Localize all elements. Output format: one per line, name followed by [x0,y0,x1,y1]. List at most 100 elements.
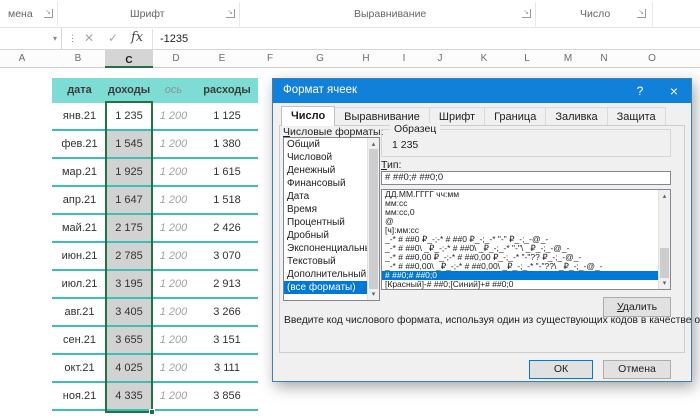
cell-date[interactable]: май.21 [52,215,107,241]
clipboard-dialog-launcher-icon[interactable]: ↘ [44,9,53,18]
delete-button[interactable]: Удалить [603,297,671,317]
cell-income[interactable]: 2 785 [107,243,151,269]
cell-expense[interactable]: 3 266 [196,299,258,325]
cell-date[interactable]: июл.21 [52,271,107,297]
format-code-item[interactable]: мм:сс,0 [382,208,658,217]
cell-date[interactable]: окт.21 [52,355,107,381]
cancel-button[interactable]: Отмена [603,360,671,379]
column-header-i[interactable]: I [403,53,406,64]
tab-number[interactable]: Число [281,106,335,126]
cell-date[interactable]: апр.21 [52,187,107,213]
ok-button[interactable]: ОК [529,360,593,379]
header-cell-date[interactable]: дата [52,78,107,103]
cell-date[interactable]: янв.21 [52,103,107,129]
category-item[interactable]: Экспоненциальный [284,242,379,255]
cell-expense[interactable]: 3 070 [196,243,258,269]
cell-expense[interactable]: 3 111 [196,355,258,381]
cell-expense[interactable]: 1 125 [196,103,258,129]
format-code-item[interactable]: _-* # ##0,00\ _₽_-;-* # ##0,00\ _₽_-;_-*… [382,262,658,271]
format-code-item[interactable]: _-* # ##0 ₽_-;-* # ##0 ₽_-;_-* "-" ₽_-;_… [382,235,658,244]
scrollbar-thumb[interactable] [369,149,378,289]
scroll-down-icon[interactable]: ▾ [368,290,379,298]
category-scrollbar[interactable]: ▴ ▾ [367,138,379,300]
close-icon[interactable]: × [657,79,691,103]
cell-income[interactable]: 3 655 [107,327,151,353]
tab-protection[interactable]: Защита [607,107,666,126]
tab-border[interactable]: Граница [484,107,546,126]
cell-axis[interactable]: 1 200 [151,187,196,213]
confirm-entry-icon[interactable]: ✓ [108,31,118,45]
cell-axis[interactable]: 1 200 [151,215,196,241]
cell-expense[interactable]: 1 518 [196,187,258,213]
tab-fill[interactable]: Заливка [545,107,607,126]
cell-expense[interactable]: 1 615 [196,159,258,185]
cell-income[interactable]: 1 545 [107,131,151,157]
format-code-item-selected[interactable]: # ##0;# ##0;0 [382,271,658,280]
cell-axis[interactable]: 1 200 [151,299,196,325]
scroll-up-icon[interactable]: ▴ [368,140,379,148]
header-cell-expense[interactable]: расходы [196,78,258,103]
cell-expense[interactable]: 3 151 [196,327,258,353]
cell-date[interactable]: июн.21 [52,243,107,269]
category-item[interactable]: Дата [284,190,379,203]
column-header-g[interactable]: G [316,53,324,64]
cell-axis[interactable]: 1 200 [151,383,196,409]
column-header-f[interactable]: F [267,53,273,64]
formula-input[interactable]: -1235 [160,33,188,45]
cell-date[interactable]: ноя.21 [52,383,107,409]
cell-date[interactable]: авг.21 [52,299,107,325]
name-box[interactable]: ▾ [0,28,62,49]
format-code-item[interactable]: [ч]:мм:сс [382,226,658,235]
format-code-item[interactable]: ДД.ММ.ГГГГ чч:мм [382,190,658,199]
cell-axis[interactable]: 1 200 [151,243,196,269]
format-code-item[interactable]: @ [382,217,658,226]
column-header-h[interactable]: H [362,53,369,64]
scrollbar-thumb[interactable] [660,248,669,278]
cell-expense[interactable]: 2 913 [196,271,258,297]
font-dialog-launcher-icon[interactable]: ↘ [226,9,235,18]
cell-date[interactable]: сен.21 [52,327,107,353]
format-code-item[interactable]: _-* # ##0\ _₽_-;-* # ##0\ _₽_-;_-* "-"\ … [382,244,658,253]
category-item[interactable]: Числовой [284,151,379,164]
category-item[interactable]: Время [284,203,379,216]
scroll-up-icon[interactable]: ▴ [659,192,670,200]
cell-income[interactable]: 4 335 [107,383,151,409]
column-header-d[interactable]: D [172,53,179,64]
cell-income[interactable]: 1 925 [107,159,151,185]
category-item-selected[interactable]: (все форматы) [284,281,379,294]
cancel-entry-icon[interactable]: ✕ [84,31,94,45]
category-item[interactable]: Дополнительный [284,268,379,281]
category-item[interactable]: Текстовый [284,255,379,268]
column-header-b[interactable]: B [75,53,82,64]
cell-axis[interactable]: 1 200 [151,103,196,129]
cell-axis[interactable]: 1 200 [151,327,196,353]
format-list-scrollbar[interactable]: ▴ ▾ [658,190,670,289]
category-item[interactable]: Общий [284,138,379,151]
category-item[interactable]: Денежный [284,164,379,177]
number-dialog-launcher-icon[interactable]: ↘ [637,9,646,18]
cell-income[interactable]: 4 025 [107,355,151,381]
scroll-down-icon[interactable]: ▾ [659,279,670,287]
dialog-title-bar[interactable]: Формат ячеек ? × [273,79,691,103]
cell-income-active[interactable]: 1 235 [107,103,151,129]
alignment-dialog-launcher-icon[interactable]: ↘ [522,9,531,18]
format-code-item[interactable]: _-* # ##0,00 ₽_-;-* # ##0,00 ₽_-;_-* "-"… [382,253,658,262]
cell-axis[interactable]: 1 200 [151,271,196,297]
insert-function-icon[interactable]: fx [131,30,143,45]
format-code-item[interactable]: [Красный]-# ##0;[Синий]+# ##0;0 [382,280,658,289]
format-code-item[interactable]: мм:сс [382,199,658,208]
column-header-a[interactable]: A [19,53,26,64]
cell-income[interactable]: 3 195 [107,271,151,297]
help-icon[interactable]: ? [623,79,657,103]
header-cell-axis[interactable]: ось [151,78,196,103]
column-header-e[interactable]: E [219,53,226,64]
cell-expense[interactable]: 2 426 [196,215,258,241]
category-item[interactable]: Процентный [284,216,379,229]
column-header-n[interactable]: N [600,53,607,64]
cell-date[interactable]: фев.21 [52,131,107,157]
cell-axis[interactable]: 1 200 [151,159,196,185]
cell-axis[interactable]: 1 200 [151,355,196,381]
column-header-j[interactable]: J [438,53,443,64]
category-item[interactable]: Финансовый [284,177,379,190]
header-cell-income[interactable]: доходы [107,78,151,103]
